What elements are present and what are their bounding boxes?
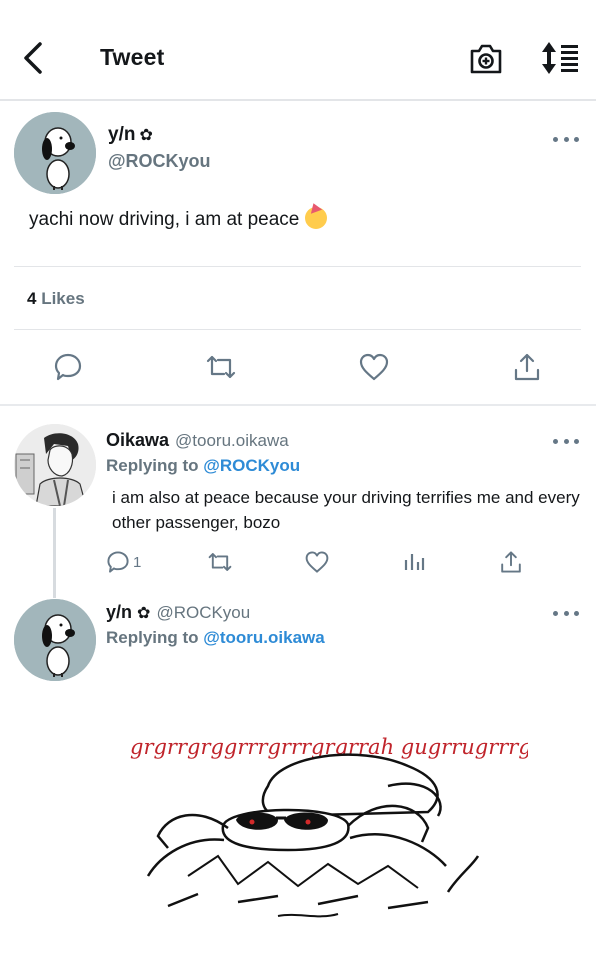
author-name[interactable]: y/n ✿	[108, 124, 153, 146]
share-button[interactable]	[494, 545, 528, 579]
sort-button[interactable]	[540, 40, 580, 76]
replying-to-link[interactable]: @ROCKyou	[203, 456, 300, 475]
reply-text: i am also at peace because your driving …	[112, 488, 580, 532]
avatar[interactable]	[14, 599, 96, 681]
more-options-button[interactable]	[553, 133, 579, 145]
reply-author-name: Oikawa	[106, 430, 170, 450]
analytics-icon	[404, 554, 425, 570]
divider	[14, 329, 581, 330]
snoopy-avatar-icon	[14, 112, 96, 194]
reply-count: 1	[133, 553, 142, 571]
comment-icon	[107, 551, 129, 573]
reply-button[interactable]	[51, 350, 85, 384]
back-chevron-icon	[24, 42, 42, 74]
author-handle[interactable]: @ROCKyou	[108, 151, 211, 172]
replying-to-link[interactable]: @tooru.oikawa	[203, 628, 324, 647]
share-icon	[514, 353, 540, 381]
more-options-button[interactable]	[553, 435, 579, 447]
reply-author[interactable]: y/n ✿ @ROCKyou	[106, 602, 250, 623]
section-separator	[0, 404, 596, 406]
retweet-icon	[206, 355, 236, 379]
oikawa-avatar-icon	[14, 424, 96, 506]
retweet-button[interactable]	[203, 545, 237, 579]
avatar[interactable]	[14, 424, 96, 506]
heart-icon	[305, 551, 329, 573]
like-button[interactable]	[300, 545, 334, 579]
reply-button[interactable]: 1	[106, 545, 152, 579]
back-button[interactable]	[18, 40, 48, 76]
share-icon	[501, 551, 521, 573]
replying-to-label: Replying to	[106, 456, 199, 475]
snoopy-avatar-icon	[14, 599, 96, 681]
page-title: Tweet	[100, 44, 165, 70]
reply-author[interactable]: Oikawa @tooru.oikawa	[106, 430, 289, 451]
share-button[interactable]	[510, 350, 544, 384]
spider-drawing-image: grgrrgrggrrrgrrrgrgrrah gugrrugrrrgrrr	[130, 735, 564, 918]
sort-icon	[542, 42, 578, 74]
retweet-button[interactable]	[204, 350, 238, 384]
reply-author-handle: @tooru.oikawa	[175, 431, 289, 450]
divider	[14, 266, 581, 267]
heart-icon	[359, 353, 389, 381]
likes-label: Likes	[41, 289, 85, 308]
tweet-text-body: yachi now driving, i am at peace	[29, 209, 300, 230]
likes-count[interactable]: 4 Likes	[27, 289, 85, 309]
tweet-text: yachi now driving, i am at peace	[29, 207, 327, 231]
replying-to: Replying to @ROCKyou	[106, 456, 300, 476]
attached-image[interactable]: grgrrgrggrrrgrrrgrgrrah gugrrugrrrgrrr	[128, 716, 564, 936]
camera-plus-icon	[470, 44, 502, 74]
camera-button[interactable]	[469, 40, 503, 76]
more-options-button[interactable]	[553, 607, 579, 619]
thread-line	[53, 508, 56, 598]
partying-face-emoji-icon	[304, 207, 327, 229]
avatar[interactable]	[14, 112, 96, 194]
reply-author-handle: @ROCKyou	[156, 603, 251, 622]
flower-glyph: ✿	[137, 605, 151, 622]
replying-to: Replying to @tooru.oikawa	[106, 628, 325, 648]
like-button[interactable]	[357, 350, 391, 384]
replying-to-label: Replying to	[106, 628, 199, 647]
flower-glyph: ✿	[139, 127, 153, 144]
top-bar: Tweet	[0, 0, 596, 101]
retweet-icon	[208, 553, 232, 571]
reply-author-name: y/n	[106, 602, 133, 622]
author-name-text: y/n	[108, 124, 136, 145]
comment-icon	[54, 353, 82, 381]
likes-number: 4	[27, 289, 37, 308]
analytics-button[interactable]	[397, 545, 431, 579]
